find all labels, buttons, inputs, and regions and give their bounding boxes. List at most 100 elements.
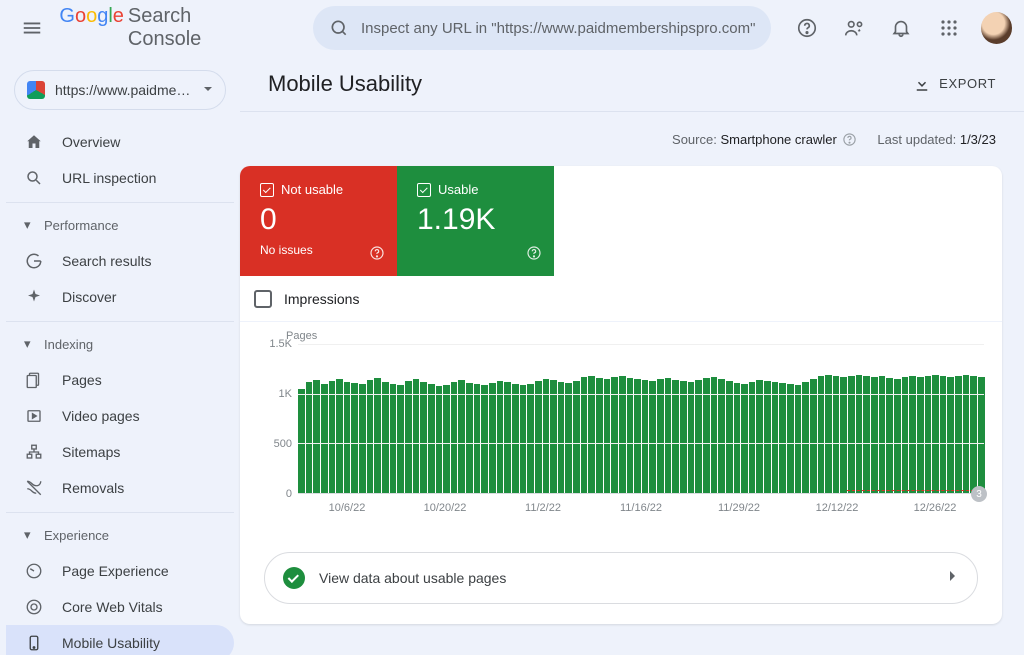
sidebar-item-sitemaps[interactable]: Sitemaps [6,434,234,470]
chart-bar [810,379,817,493]
chart-x-tick: 12/26/22 [886,502,984,514]
tile-label: Usable [438,182,478,197]
chart-bar [825,375,832,493]
google-logo[interactable]: Google Search Console [59,5,267,51]
chart-bar [565,383,572,493]
section-header-indexing[interactable]: ▾ Indexing [6,326,234,362]
tile-not-usable[interactable]: Not usable 0 No issues [240,166,397,276]
search-icon [329,18,349,38]
chart-bar [779,383,786,493]
updated-label: Last updated: [877,132,956,147]
chevron-right-icon [947,569,959,587]
sidebar-item-overview[interactable]: Overview [6,124,234,160]
chart-bar [672,380,679,493]
chart-bar [680,381,687,493]
chart-bar [795,385,802,493]
chart-bar [520,385,527,493]
sidebar-item-label: Core Web Vitals [62,599,163,615]
chevron-down-icon: ▾ [24,336,34,352]
chart-bar [695,380,702,493]
chart-y-tick: 0 [286,488,292,500]
mobile-icon [24,634,44,652]
section-title: Indexing [44,337,93,352]
section-header-performance[interactable]: ▾ Performance [6,207,234,243]
sidebar-item-core-web-vitals[interactable]: Core Web Vitals [6,589,234,625]
chart-bar [306,382,313,493]
apps-button[interactable] [929,8,968,48]
chevron-down-icon: ▾ [24,527,34,543]
chart-bar [504,382,511,493]
chart-bar [420,382,427,493]
view-usable-pages-row[interactable]: View data about usable pages [264,552,978,604]
sidebar-item-label: URL inspection [62,170,156,186]
download-icon [913,75,931,93]
chart-x-tick: 11/16/22 [592,502,690,514]
property-selector[interactable]: https://www.paidmem… [14,70,226,110]
chart-x-tick: 11/29/22 [690,502,788,514]
check-circle-icon [283,567,305,589]
help-icon[interactable] [842,132,857,147]
nav-menu-button[interactable] [12,8,51,48]
chart-bar [329,381,336,493]
chart-bar [374,378,381,493]
help-icon[interactable] [369,245,385,266]
sidebar-item-url-inspection[interactable]: URL inspection [6,160,234,196]
chart-x-tick: 11/2/22 [494,502,592,514]
tile-label: Not usable [281,182,343,197]
tile-usable[interactable]: Usable 1.19K [397,166,554,276]
chart-footnote-badge[interactable]: 3 [971,486,987,502]
export-button[interactable]: EXPORT [913,75,996,93]
video-pages-icon [24,407,44,425]
chart-bar [382,382,389,493]
chart-bar [436,386,443,493]
notifications-button[interactable] [882,8,921,48]
chart-bar [596,378,603,493]
chart-bar [787,384,794,493]
chart-bar [298,389,305,493]
manage-users-button[interactable] [834,8,873,48]
chart-bar [443,385,450,493]
export-label: EXPORT [939,76,996,91]
chart-bar [665,378,672,493]
chart-bar [642,380,649,493]
sidebar-item-mobile-usability[interactable]: Mobile Usability [6,625,234,655]
sidebar-item-label: Mobile Usability [62,635,160,651]
chart-bar [367,380,374,493]
sidebar-item-video-pages[interactable]: Video pages [6,398,234,434]
chart-bar [802,382,809,493]
chart-bar [489,383,496,493]
sidebar-item-label: Discover [62,289,116,305]
sitemap-icon [24,443,44,461]
chart-bar [359,384,366,493]
sidebar-item-label: Sitemaps [62,444,120,460]
section-title: Experience [44,528,109,543]
impressions-checkbox[interactable] [254,290,272,308]
sidebar-item-discover[interactable]: Discover [6,279,234,315]
sidebar-item-pages[interactable]: Pages [6,362,234,398]
account-avatar[interactable] [981,12,1013,44]
tile-value: 1.19K [417,203,534,237]
chart-bar [497,381,504,493]
sidebar-item-page-experience[interactable]: Page Experience [6,553,234,589]
chart-bar [749,382,756,493]
source-value: Smartphone crawler [720,132,836,147]
url-inspection-search[interactable]: Inspect any URL in "https://www.paidmemb… [313,6,771,50]
search-placeholder: Inspect any URL in "https://www.paidmemb… [361,20,755,37]
help-icon[interactable] [526,245,542,266]
sidebar-item-search-results[interactable]: Search results [6,243,234,279]
usability-chart: Pages 05001K1.5K 3 10/6/2210/20/2211/2/2… [240,322,1002,538]
chart-y-tick: 1.5K [269,338,292,350]
checkbox-icon [260,183,274,197]
section-header-experience[interactable]: ▾ Experience [6,517,234,553]
sidebar-item-removals[interactable]: Removals [6,470,234,506]
chart-bar [313,380,320,493]
chevron-down-icon: ▾ [24,217,34,233]
removals-icon [24,479,44,497]
product-name: Search Console [128,5,267,51]
help-button[interactable] [787,8,826,48]
property-favicon [27,81,45,99]
tile-value: 0 [260,203,377,237]
gauge-icon [24,562,44,580]
chart-bar [451,382,458,493]
chart-bar [718,379,725,493]
